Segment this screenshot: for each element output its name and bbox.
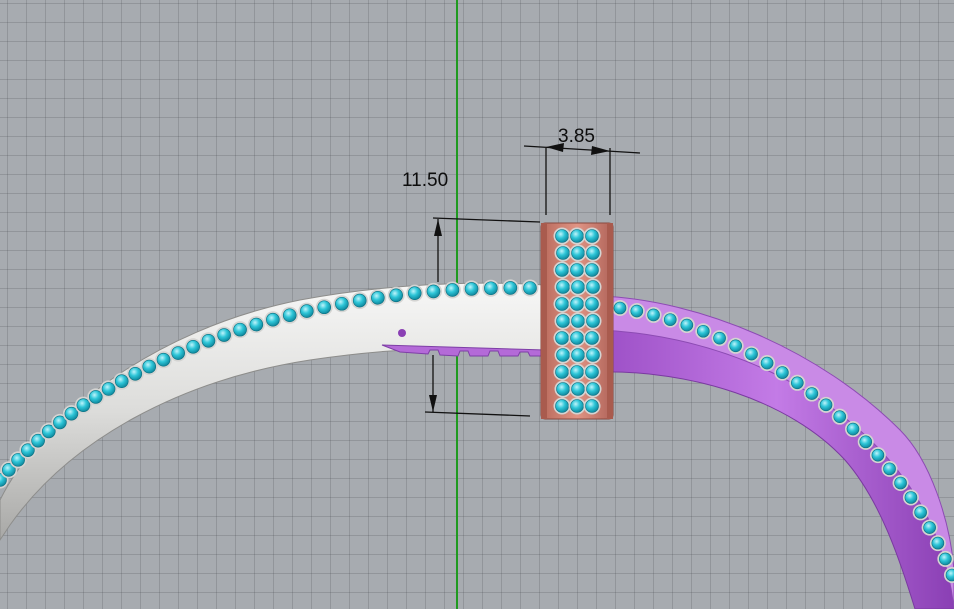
collar-gem <box>585 229 599 243</box>
white-band-gem <box>201 333 216 348</box>
collar-gem <box>585 297 599 311</box>
purple-band[interactable] <box>599 295 954 609</box>
white-band-gem <box>101 382 116 396</box>
purple-band-gem <box>680 318 694 332</box>
white-band-gem <box>76 398 91 412</box>
purple-band-gem <box>846 422 860 436</box>
purple-band-gem <box>883 462 896 476</box>
purple-band-gem <box>871 448 885 462</box>
collar-gem <box>556 246 570 260</box>
white-band-gem <box>464 282 479 296</box>
white-band-gem <box>282 308 297 323</box>
white-band-gem <box>249 317 264 332</box>
collar-gem <box>556 348 570 362</box>
collar-gem <box>585 331 599 345</box>
purple-band-gem <box>923 521 936 534</box>
white-band-gem <box>88 390 103 404</box>
collar-gem <box>570 229 584 243</box>
purple-band-gem <box>819 398 833 412</box>
marker-dot <box>398 329 406 337</box>
collar-gem <box>585 365 599 379</box>
collar-gem <box>585 263 599 277</box>
white-band-gem <box>371 290 385 305</box>
white-band-gem <box>484 281 498 296</box>
white-band-gem <box>335 296 349 311</box>
white-band-gem <box>266 312 280 327</box>
collar-gem-grid <box>553 227 602 415</box>
collar-gem <box>555 399 569 413</box>
collar-gem <box>570 399 584 413</box>
white-band-gem <box>171 346 185 360</box>
purple-band-gem <box>729 339 742 353</box>
collar-gem <box>556 280 570 294</box>
collar-gem <box>571 382 585 396</box>
purple-band-gem <box>696 324 710 338</box>
collar-gem <box>556 314 570 328</box>
collar-gem <box>586 382 600 396</box>
dimension-width[interactable] <box>523 143 641 215</box>
white-band-gem <box>426 284 441 299</box>
purple-band-gem <box>914 506 927 519</box>
collar-gem <box>556 382 570 396</box>
scene-canvas[interactable] <box>0 0 954 609</box>
purple-band-gem <box>647 308 660 322</box>
collar-gem <box>571 246 585 260</box>
collar-gem <box>586 280 600 294</box>
white-band-gem <box>523 281 537 295</box>
white-band-gem <box>503 281 518 295</box>
purple-band-gem <box>931 536 945 550</box>
white-band-gem <box>217 328 231 342</box>
white-band-gem <box>317 300 332 315</box>
white-band-gem <box>300 304 314 318</box>
purple-band-gem <box>833 410 847 423</box>
purple-band-gem <box>663 313 677 326</box>
collar-gem <box>586 314 600 328</box>
collar-gem <box>555 331 569 345</box>
collar-gem <box>586 348 600 362</box>
collar-gem <box>585 399 599 413</box>
white-band-gem <box>445 283 460 297</box>
purple-band-gem <box>939 552 952 566</box>
collar-gem <box>570 297 584 311</box>
collar-gem <box>570 331 584 345</box>
collar-gem <box>571 348 585 362</box>
white-band-gem <box>233 322 247 337</box>
dimension-height-label[interactable]: 11.50 <box>402 170 448 192</box>
collar-gem <box>586 246 600 260</box>
purple-band-gem <box>613 301 627 315</box>
collar-gem <box>570 263 584 277</box>
dimension-width-label[interactable]: 3.85 <box>558 126 595 148</box>
white-band-gem <box>142 359 157 374</box>
collar-gem <box>555 263 569 277</box>
purple-band-gem <box>904 491 918 504</box>
collar-gem <box>555 297 569 311</box>
white-band-gem <box>186 339 200 354</box>
3d-viewport[interactable]: 3.85 11.50 <box>0 0 954 609</box>
purple-band-gem <box>630 304 644 318</box>
purple-band-gem <box>894 476 907 490</box>
purple-band-gem <box>859 435 873 449</box>
purple-band-gem <box>713 331 726 345</box>
purple-band-gem <box>776 366 789 379</box>
collar-gem <box>570 365 584 379</box>
white-band-gem <box>156 352 171 367</box>
purple-band-gem <box>805 387 819 400</box>
white-band-gem <box>128 366 143 381</box>
collar-gem <box>571 314 585 328</box>
white-band-gem <box>352 293 367 308</box>
collar-gem <box>555 365 569 379</box>
purple-band-gem <box>760 356 774 370</box>
white-band-gem <box>114 374 129 389</box>
purple-band-gem <box>745 347 758 361</box>
collar-gem <box>571 280 585 294</box>
white-band-gem <box>407 286 422 300</box>
purple-band-gem <box>791 376 804 390</box>
collar-gem <box>555 229 569 243</box>
white-band-gem <box>389 288 403 303</box>
